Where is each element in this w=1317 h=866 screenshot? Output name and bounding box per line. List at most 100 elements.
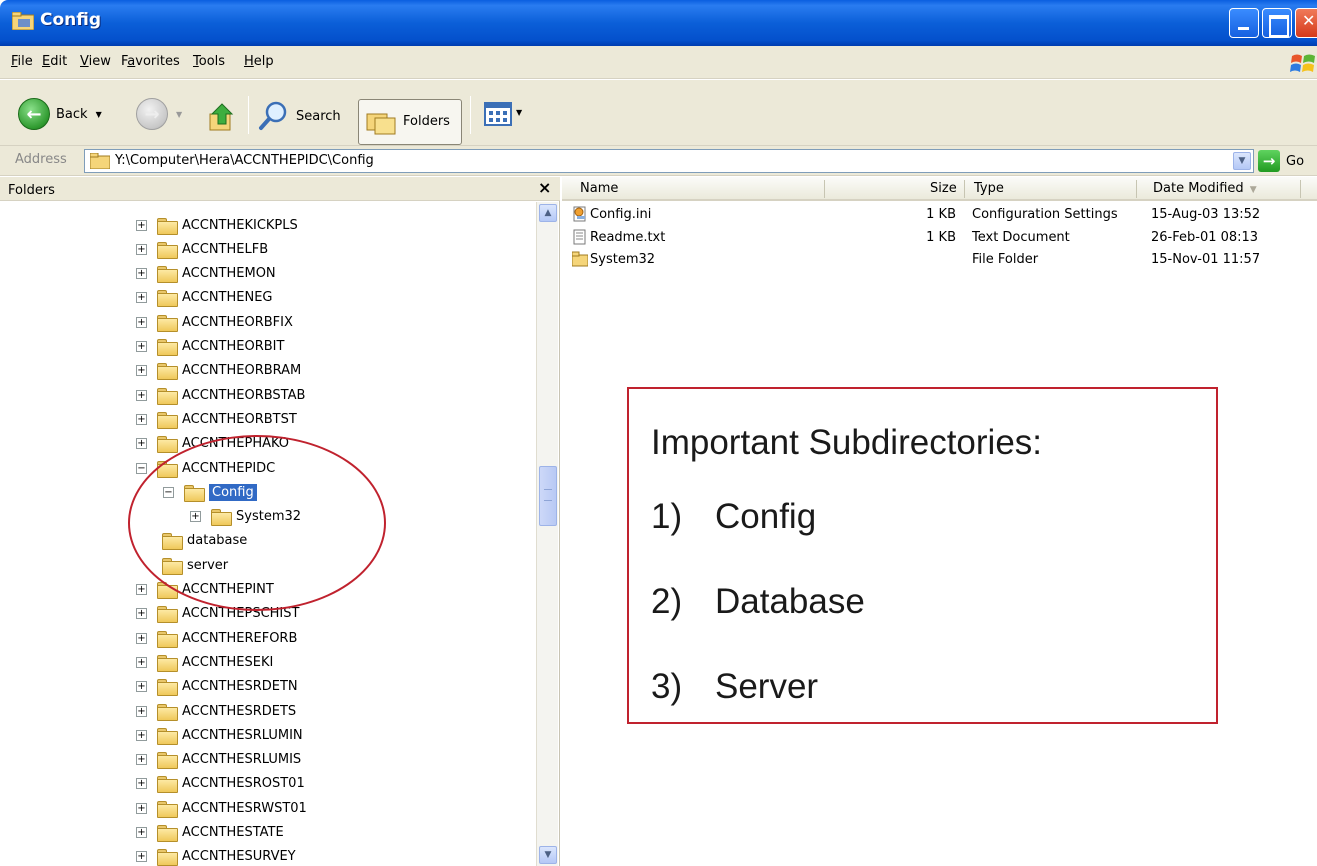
- menu-file[interactable]: File: [11, 54, 33, 69]
- sort-descending-icon: ▼: [1249, 185, 1257, 195]
- tree-item[interactable]: + ACCNTHESURVEY: [136, 845, 296, 866]
- expand-icon[interactable]: +: [136, 389, 147, 401]
- file-row[interactable]: Readme.txt 1 KB Text Document 26-Feb-01 08:…: [572, 227, 1312, 249]
- expand-icon[interactable]: +: [136, 681, 147, 693]
- expand-icon[interactable]: +: [136, 729, 147, 741]
- search-button[interactable]: Search: [258, 100, 341, 132]
- tree-item[interactable]: + ACCNTHEPHAKO: [136, 432, 289, 456]
- file-row[interactable]: System32 File Folder 15-Nov-01 11:57: [572, 249, 1312, 271]
- up-folder-icon[interactable]: [208, 100, 238, 132]
- tree-item[interactable]: + ACCNTHELFB: [136, 237, 268, 261]
- expand-icon[interactable]: +: [136, 413, 147, 425]
- expand-icon[interactable]: +: [136, 778, 147, 790]
- menu-bar: File Edit View Favorites Tools Help: [0, 46, 1317, 79]
- file-date-cell: 26-Feb-01 08:13: [1151, 229, 1259, 245]
- file-row[interactable]: Config.ini 1 KB Configuration Settings 15-A…: [572, 204, 1312, 226]
- menu-help[interactable]: Help: [244, 54, 274, 69]
- forward-button[interactable]: → ▼: [136, 98, 182, 130]
- close-button[interactable]: [1295, 8, 1317, 38]
- minimize-button[interactable]: [1229, 8, 1259, 38]
- folder-icon: [157, 800, 178, 818]
- expand-icon[interactable]: +: [136, 292, 147, 304]
- expand-icon[interactable]: +: [136, 705, 147, 717]
- tree-item[interactable]: + ACCNTHEKICKPLS: [136, 213, 298, 237]
- tree-item[interactable]: + ACCNTHESTATE: [136, 821, 284, 845]
- scroll-down-icon[interactable]: ▼: [539, 846, 557, 864]
- expand-icon[interactable]: +: [136, 608, 147, 620]
- menu-tools[interactable]: Tools: [193, 54, 225, 69]
- tree-item[interactable]: + ACCNTHEMON: [136, 262, 276, 286]
- column-date-modified[interactable]: Date Modified ▼: [1153, 181, 1257, 196]
- expand-icon[interactable]: +: [136, 827, 147, 838]
- column-header: Name Size Type Date Modified ▼: [562, 177, 1317, 201]
- expand-icon[interactable]: +: [136, 632, 147, 644]
- tree-item[interactable]: + System32: [190, 505, 301, 529]
- tree-item[interactable]: database: [157, 529, 247, 553]
- menu-edit[interactable]: Edit: [42, 54, 67, 69]
- scroll-up-icon[interactable]: ▲: [539, 204, 557, 222]
- tree-item-label: ACCNTHEPSCHIST: [182, 606, 300, 622]
- close-pane-icon[interactable]: ×: [538, 178, 551, 197]
- menu-favorites[interactable]: Favorites: [121, 54, 180, 69]
- expand-icon[interactable]: +: [136, 243, 147, 255]
- folders-button[interactable]: Folders: [358, 99, 462, 145]
- expand-icon[interactable]: +: [136, 802, 147, 814]
- folder-icon: [157, 654, 178, 672]
- expand-icon[interactable]: +: [136, 219, 147, 231]
- tree-item-label: ACCNTHEPIDC: [182, 460, 276, 476]
- tree-item[interactable]: + ACCNTHEORBFIX: [136, 310, 293, 334]
- expand-icon[interactable]: +: [136, 754, 147, 766]
- expand-icon[interactable]: +: [136, 584, 147, 595]
- go-arrow-icon: →: [1258, 150, 1280, 172]
- collapse-icon[interactable]: −: [163, 486, 174, 498]
- collapse-icon[interactable]: −: [136, 462, 147, 474]
- tree-item[interactable]: + ACCNTHESRDETS: [136, 699, 296, 723]
- expand-icon[interactable]: +: [136, 341, 147, 352]
- tree-item[interactable]: + ACCNTHESRLUMIN: [136, 723, 303, 747]
- expand-icon[interactable]: +: [136, 316, 147, 328]
- tree-item[interactable]: + ACCNTHEORBSTAB: [136, 383, 305, 407]
- folder-icon: [157, 630, 178, 648]
- tree-item[interactable]: server: [157, 553, 228, 577]
- expand-icon[interactable]: +: [136, 851, 147, 863]
- expand-icon[interactable]: +: [136, 656, 147, 668]
- tree-item[interactable]: + ACCNTHEREFORB: [136, 626, 297, 650]
- expand-icon[interactable]: +: [136, 365, 147, 377]
- tree-item[interactable]: + ACCNTHEORBTST: [136, 407, 297, 431]
- maximize-button[interactable]: [1262, 8, 1292, 38]
- forward-dropdown-arrow-icon[interactable]: ▼: [176, 110, 182, 119]
- folders-pane: Folders × + ACCNTHEKICKPLS + ACCNTHELFB + ACC…: [0, 177, 560, 866]
- tree-item[interactable]: + ACCNTHEPINT: [136, 578, 274, 602]
- tree-item[interactable]: + ACCNTHESRDETN: [136, 675, 298, 699]
- tree-item[interactable]: − ACCNTHEPIDC: [136, 456, 275, 480]
- expand-icon[interactable]: +: [190, 511, 201, 523]
- back-button[interactable]: ← Back ▼: [18, 98, 102, 130]
- tree-item[interactable]: − Config: [163, 480, 257, 504]
- open-folder-icon: [184, 484, 205, 502]
- tree-item[interactable]: + ACCNTHESRLUMIS: [136, 748, 301, 772]
- scroll-thumb[interactable]: [539, 466, 557, 526]
- tree-item-label: ACCNTHENEG: [182, 290, 273, 306]
- tree-item[interactable]: + ACCNTHESROST01: [136, 772, 305, 796]
- tree-item[interactable]: + ACCNTHESRWST01: [136, 796, 307, 820]
- address-path: Y:\Computer\Hera\ACCNTHEPIDC\Config: [115, 153, 374, 168]
- column-size[interactable]: Size: [930, 181, 957, 196]
- column-type[interactable]: Type: [974, 181, 1004, 196]
- address-input[interactable]: Y:\Computer\Hera\ACCNTHEPIDC\Config ▼: [84, 149, 1254, 173]
- views-button[interactable]: ▼: [478, 94, 534, 134]
- tree-item[interactable]: + ACCNTHEORBIT: [136, 335, 284, 359]
- folder-icon: [211, 509, 232, 527]
- tree-item[interactable]: + ACCNTHESEKI: [136, 650, 273, 674]
- go-button[interactable]: → Go: [1258, 150, 1304, 172]
- menu-view[interactable]: View: [80, 54, 111, 69]
- tree-item[interactable]: + ACCNTHEORBRAM: [136, 359, 301, 383]
- tree-item[interactable]: + ACCNTHEPSCHIST: [136, 602, 299, 626]
- back-dropdown-arrow-icon[interactable]: ▼: [96, 110, 102, 119]
- column-name[interactable]: Name: [580, 181, 618, 196]
- folders-scrollbar[interactable]: ▲ ▼: [536, 202, 558, 866]
- address-dropdown-icon[interactable]: ▼: [1233, 152, 1251, 170]
- search-icon: [259, 101, 287, 130]
- expand-icon[interactable]: +: [136, 268, 147, 280]
- expand-icon[interactable]: +: [136, 438, 147, 450]
- tree-item[interactable]: + ACCNTHENEG: [136, 286, 273, 310]
